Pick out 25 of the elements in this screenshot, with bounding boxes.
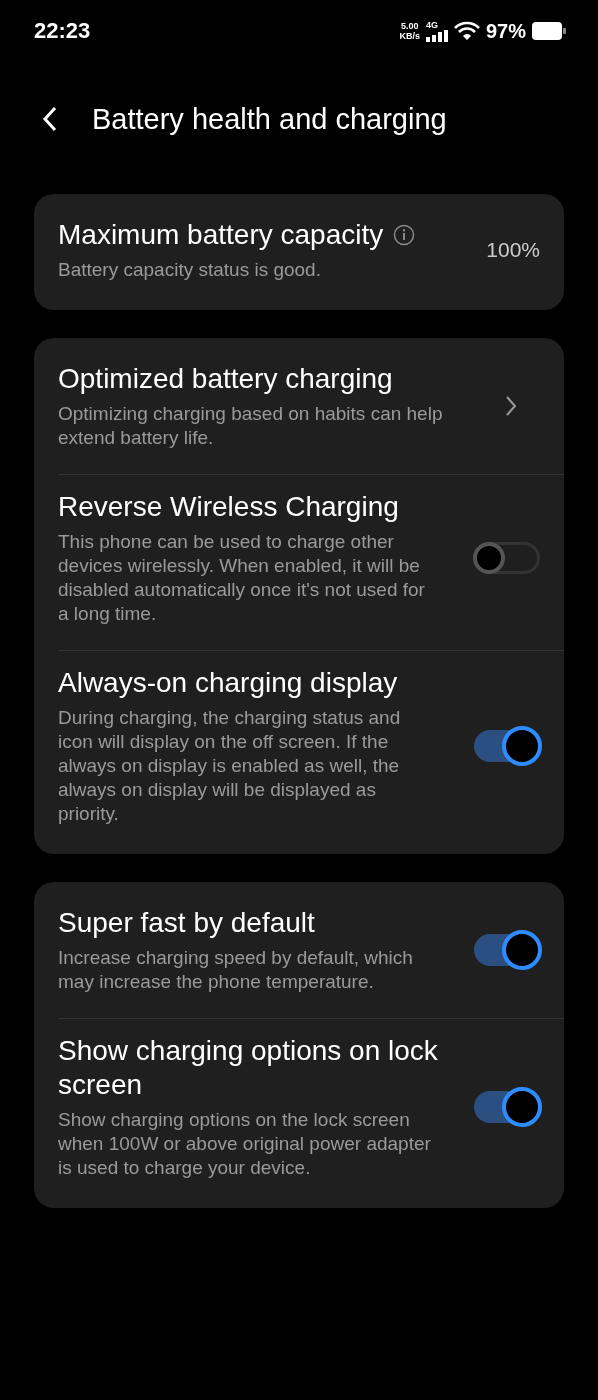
net-speed-unit: KB/s <box>399 31 420 41</box>
signal-icon <box>425 29 448 42</box>
network-type: 4G <box>425 20 438 30</box>
battery-percent: 97% <box>485 19 526 43</box>
setting-description: Optimizing charging based on habits can help extend battery life. <box>58 402 444 450</box>
setting-description: Show charging options on the lock screen when 100W or above original power adapter is used to charge your device. <box>58 1108 432 1180</box>
toggle-switch[interactable] <box>474 542 540 574</box>
net-speed: 5.00 <box>400 21 419 31</box>
wifi-icon <box>453 21 480 41</box>
setting-value: 100% <box>486 238 540 262</box>
clock: 22:23 <box>34 18 92 44</box>
setting-title: Optimized battery charging <box>58 362 393 396</box>
setting-description: Increase charging speed by default, which may increase the phone temperature. <box>58 946 414 994</box>
setting-description: Battery capacity status is good. <box>58 258 322 282</box>
setting-title: Super fast by default <box>58 906 315 940</box>
chevron-right-icon[interactable] <box>504 395 518 417</box>
info-icon[interactable] <box>393 224 416 246</box>
setting-description: During charging, the charging status and icon will display on the off screen. If the always on display is enabled as well, the always on display will be displayed as priority. <box>58 706 402 826</box>
setting-title: Always-on charging display <box>58 666 398 700</box>
setting-title: Reverse Wireless Charging <box>58 490 399 524</box>
setting-title: Show charging options on lock screen <box>58 1034 438 1102</box>
page-title: Battery health and charging <box>92 102 447 136</box>
setting-description: This phone can be used to charge other devices wirelessly. When enabled, it will be disabled automatically once it's not used for a long time. <box>58 530 426 626</box>
battery-icon <box>532 22 566 40</box>
setting-title: Maximum battery capacity <box>58 218 384 252</box>
